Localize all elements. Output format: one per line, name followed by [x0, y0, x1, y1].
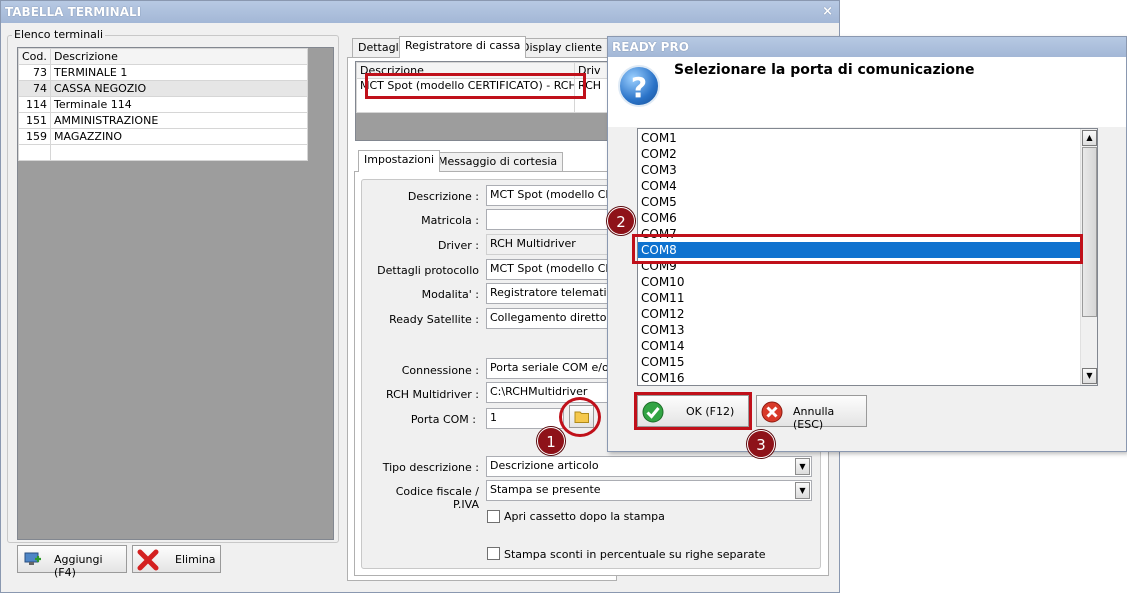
fiscal-code-label: Codice fiscale / P.IVA — [395, 485, 479, 511]
list-item-com2[interactable]: COM2 — [638, 146, 1097, 162]
table-row[interactable]: 151 AMMINISTRAZIONE — [18, 112, 308, 129]
connection-label: Connessione : — [401, 364, 479, 377]
scroll-down-icon[interactable]: ▼ — [1082, 368, 1097, 384]
list-item-com11[interactable]: COM11 — [638, 290, 1097, 306]
chevron-down-icon[interactable]: ▼ — [795, 482, 810, 499]
serial-number-label: Matricola : — [421, 214, 479, 227]
mode-select[interactable]: Registratore telematico — [486, 283, 616, 304]
fiscal-code-value: Stampa se presente — [490, 483, 601, 496]
add-monitor-icon — [24, 552, 41, 565]
step-3-badge: 3 — [747, 430, 775, 458]
dialog-message: Selezionare la porta di comunicazione — [674, 62, 975, 78]
chevron-down-icon[interactable]: ▼ — [795, 458, 810, 475]
col-header-code[interactable]: Cod. — [18, 48, 51, 65]
driver-field: RCH Multidriver — [486, 234, 616, 255]
step-1-badge: 1 — [537, 427, 565, 455]
scroll-up-icon[interactable]: ▲ — [1082, 130, 1097, 146]
terminals-table: Cod. Descrizione 73 TERMINALE 1 74 CASSA… — [18, 48, 308, 161]
list-item-com15[interactable]: COM15 — [638, 354, 1097, 370]
dialog-title: READY PRO — [612, 40, 689, 54]
scroll-thumb[interactable] — [1082, 147, 1097, 317]
list-item-com6[interactable]: COM6 — [638, 210, 1097, 226]
protocol-field[interactable]: MCT Spot (modello CERT — [486, 259, 616, 280]
list-item-com1[interactable]: COM1 — [638, 130, 1097, 146]
list-item-com10[interactable]: COM10 — [638, 274, 1097, 290]
list-item-com13[interactable]: COM13 — [638, 322, 1097, 338]
cell-description: AMMINISTRAZIONE — [50, 112, 308, 129]
cell-description: CASSA NEGOZIO — [50, 80, 308, 97]
multidriver-path-field[interactable]: C:\RCHMultidriver — [486, 382, 616, 403]
cell-description: MAGAZZINO — [50, 128, 308, 145]
cash-drawer-label: Apri cassetto dopo la stampa — [504, 510, 665, 523]
serial-number-field[interactable] — [486, 209, 616, 230]
satellite-select[interactable]: Collegamento diretto — [486, 308, 616, 329]
terminals-group-label: Elenco terminali — [12, 28, 106, 41]
add-button-label: Aggiungi (F4) — [54, 553, 103, 579]
delete-button-label: Elimina — [175, 553, 216, 566]
mode-label: Modalita' : — [421, 288, 479, 301]
description-type-value: Descrizione articolo — [490, 459, 599, 472]
driver-label: Driver : — [437, 239, 479, 252]
description-field[interactable]: MCT Spot (modello CERTI — [486, 185, 616, 206]
add-terminal-button[interactable]: Aggiungi (F4) — [17, 545, 127, 579]
terminals-grid[interactable]: Cod. Descrizione 73 TERMINALE 1 74 CASSA… — [17, 47, 334, 540]
close-icon[interactable]: × — [822, 1, 833, 23]
table-row-selected[interactable]: 74 CASSA NEGOZIO — [18, 80, 308, 97]
description-label: Descrizione : — [407, 190, 479, 203]
cancel-button[interactable]: Annulla (ESC) — [756, 395, 867, 431]
window-title: TABELLA TERMINALI — [5, 5, 142, 19]
table-row[interactable]: 159 MAGAZZINO — [18, 128, 308, 145]
cell-code: 114 — [18, 96, 51, 113]
cell-code: 151 — [18, 112, 51, 129]
cancel-icon — [761, 401, 783, 423]
col-header-description[interactable]: Descrizione — [50, 48, 308, 65]
table-row[interactable]: 114 Terminale 114 — [18, 96, 308, 113]
cash-drawer-checkbox[interactable] — [487, 510, 500, 523]
table-row[interactable]: 73 TERMINALE 1 — [18, 64, 308, 81]
question-icon: ? — [618, 65, 660, 107]
port-selection-dialog: READY PRO ? Selezionare la porta di comu… — [607, 36, 1127, 458]
tab-settings[interactable]: Impostazioni — [358, 150, 441, 172]
cell-code: 73 — [18, 64, 51, 81]
protocol-label: Dettagli protocollo — [377, 264, 479, 277]
dialog-title-bar: READY PRO — [608, 37, 1126, 57]
cancel-button-label: Annulla (ESC) — [793, 405, 835, 431]
list-item-com5[interactable]: COM5 — [638, 194, 1097, 210]
browse-port-highlight — [559, 397, 601, 437]
cell-code: 74 — [18, 80, 51, 97]
list-item-com12[interactable]: COM12 — [638, 306, 1097, 322]
com-port-label: Porta COM : — [410, 413, 476, 426]
connection-select[interactable]: Porta seriale COM e/o US — [486, 358, 616, 379]
list-item-com16[interactable]: COM16 — [638, 370, 1097, 385]
cell-description: TERMINALE 1 — [50, 64, 308, 81]
multidriver-label: RCH Multidriver : — [386, 388, 479, 401]
step-2-badge: 2 — [607, 207, 635, 235]
register-row-highlight — [365, 73, 586, 99]
list-item-com3[interactable]: COM3 — [638, 162, 1097, 178]
satellite-label: Ready Satellite : — [389, 313, 479, 326]
cell-description: Terminale 114 — [50, 96, 308, 113]
list-item-com4[interactable]: COM4 — [638, 178, 1097, 194]
window-title-bar: TABELLA TERMINALI × — [1, 1, 839, 23]
tab-customer-display[interactable]: Display cliente — [515, 38, 609, 58]
fiscal-code-select[interactable]: Stampa se presente ▼ — [486, 480, 812, 501]
description-type-label: Tipo descrizione : — [382, 461, 479, 474]
list-item-com14[interactable]: COM14 — [638, 338, 1097, 354]
com-port-field[interactable]: 1 — [486, 408, 564, 429]
discount-lines-checkbox[interactable] — [487, 547, 500, 560]
ok-button-highlight — [634, 392, 752, 430]
selected-port-highlight — [632, 234, 1083, 264]
tab-cash-register[interactable]: Registratore di cassa — [399, 36, 527, 58]
discount-lines-label: Stampa sconti in percentuale su righe se… — [504, 548, 766, 561]
table-row-empty[interactable] — [18, 144, 308, 161]
delete-x-icon — [137, 549, 159, 571]
delete-terminal-button[interactable]: Elimina — [132, 545, 221, 573]
cell-code: 159 — [18, 128, 51, 145]
description-type-select[interactable]: Descrizione articolo ▼ — [486, 456, 812, 477]
tab-courtesy-message[interactable]: Messaggio di cortesia — [432, 152, 564, 172]
